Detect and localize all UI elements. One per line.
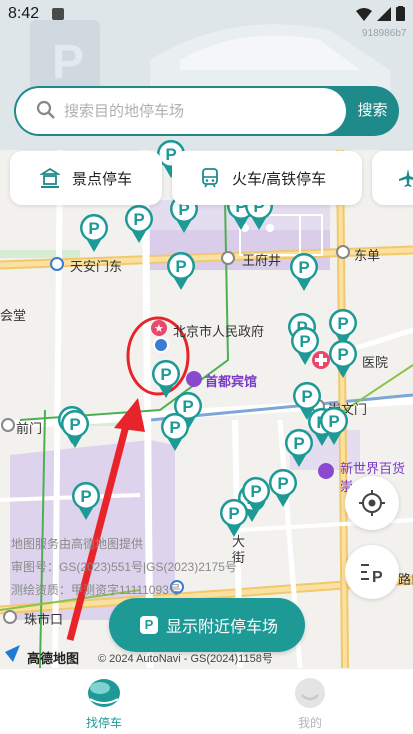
map-label-hospital: 医院 bbox=[362, 355, 389, 370]
signal-icon bbox=[377, 6, 391, 21]
airplane-icon bbox=[399, 169, 413, 187]
parking-pin-icon[interactable]: P bbox=[123, 203, 155, 245]
map-label-great-hall: 会堂 bbox=[0, 308, 27, 323]
parking-pin-icon[interactable]: P bbox=[70, 480, 102, 522]
category-scenic-parking[interactable]: 景点停车 bbox=[10, 151, 162, 205]
parking-pin-icon[interactable]: P bbox=[59, 408, 91, 450]
map-label-wangfujing: 王府井 bbox=[242, 253, 282, 268]
parking-list-button[interactable]: P bbox=[345, 545, 399, 599]
map-watermark: 918986b7 bbox=[362, 28, 407, 39]
map-label-government: 北京市人民政府 bbox=[173, 324, 265, 339]
parking-pin-icon[interactable]: P bbox=[318, 405, 350, 447]
notification-app-icon bbox=[52, 8, 64, 20]
svg-text:P: P bbox=[328, 412, 339, 431]
svg-text:P: P bbox=[277, 474, 288, 493]
category-label: 景点停车 bbox=[72, 170, 133, 188]
map-label-hotel: 首都宾馆 bbox=[205, 374, 258, 389]
attribution-line3: 测绘资质：甲测资字11111093号 bbox=[11, 583, 181, 597]
battery-icon bbox=[396, 6, 405, 21]
svg-text:★: ★ bbox=[154, 322, 164, 335]
parking-icon: P bbox=[140, 616, 158, 634]
locate-button[interactable] bbox=[345, 476, 399, 530]
category-label: 火车/高铁停车 bbox=[232, 170, 327, 188]
status-bar: 8:42 bbox=[0, 0, 413, 28]
search-bar: 搜索目的地停车场 搜索 bbox=[14, 86, 399, 136]
parking-pin-icon[interactable]: P bbox=[283, 427, 315, 469]
search-field[interactable]: 搜索目的地停车场 bbox=[16, 88, 346, 134]
search-button[interactable]: 搜索 bbox=[346, 86, 399, 136]
status-time: 8:42 bbox=[8, 5, 40, 22]
svg-text:P: P bbox=[169, 418, 180, 437]
parking-list-icon: P bbox=[361, 564, 383, 586]
attribution-line1: 地图服务由高德地图提供 bbox=[11, 537, 144, 551]
parking-pin-icon[interactable]: P bbox=[289, 325, 321, 367]
tab-mine[interactable]: 我的 bbox=[270, 673, 350, 733]
map-label-tiananmen-east: 天安门东 bbox=[70, 259, 123, 274]
locate-icon bbox=[359, 490, 385, 516]
svg-text:P: P bbox=[52, 36, 84, 89]
map-label-road-right: 路口 bbox=[398, 572, 413, 587]
svg-text:P: P bbox=[337, 345, 348, 364]
map-label-dongdan: 东单 bbox=[354, 248, 381, 263]
map-label-new-world: 新世界百货 bbox=[340, 461, 406, 476]
svg-text:P: P bbox=[293, 434, 304, 453]
parking-pin-icon[interactable]: P bbox=[218, 497, 250, 539]
svg-text:P: P bbox=[228, 504, 239, 523]
parking-pin-icon[interactable]: P bbox=[78, 212, 110, 254]
svg-text:P: P bbox=[69, 415, 80, 434]
svg-text:P: P bbox=[299, 332, 310, 351]
attribution-copyright: © 2024 AutoNavi - GS(2024)1158号 bbox=[98, 653, 273, 665]
search-icon bbox=[36, 100, 55, 119]
category-train-parking[interactable]: 火车/高铁停车 bbox=[172, 151, 362, 205]
svg-text:P: P bbox=[133, 210, 144, 229]
show-nearby-parking-button[interactable]: P 显示附近停车场 bbox=[109, 598, 305, 652]
tab-find-parking[interactable]: 找停车 bbox=[64, 673, 144, 733]
parking-pin-icon[interactable]: P bbox=[267, 467, 299, 509]
svg-text:P: P bbox=[337, 314, 348, 333]
svg-text:P: P bbox=[160, 365, 171, 384]
attribution-line2: 审图号：GS(2023)551号|GS(2023)2175号 bbox=[11, 560, 237, 574]
train-icon bbox=[202, 168, 218, 188]
bottom-tab-bar: 找停车 我的 bbox=[0, 668, 413, 734]
parking-pin-icon[interactable]: P bbox=[165, 250, 197, 292]
nearby-button-label: 显示附近停车场 bbox=[166, 619, 279, 636]
profile-tab-icon bbox=[295, 678, 325, 708]
tab-label: 我的 bbox=[297, 716, 322, 730]
wifi-icon bbox=[356, 7, 372, 21]
svg-text:P: P bbox=[298, 258, 309, 277]
find-parking-tab-icon bbox=[88, 679, 120, 707]
landmark-icon bbox=[40, 168, 60, 188]
search-input[interactable]: 搜索目的地停车场 bbox=[64, 100, 184, 121]
parking-pin-icon[interactable]: P bbox=[159, 411, 191, 453]
svg-text:P: P bbox=[301, 387, 312, 406]
parking-pin-icon[interactable]: P bbox=[288, 251, 320, 293]
svg-text:P: P bbox=[88, 219, 99, 238]
svg-text:P: P bbox=[175, 257, 186, 276]
amap-logo: 高德地图 bbox=[27, 651, 80, 666]
svg-text:P: P bbox=[372, 569, 383, 586]
tab-label: 找停车 bbox=[85, 716, 122, 730]
svg-text:P: P bbox=[80, 487, 91, 506]
map-label-zhushikou: 珠市口 bbox=[24, 612, 64, 627]
category-airport-parking[interactable] bbox=[372, 151, 413, 205]
svg-text:P: P bbox=[250, 482, 261, 501]
parking-pin-icon[interactable]: P bbox=[327, 338, 359, 380]
map-label-qianmen: 前门 bbox=[16, 421, 43, 436]
status-icons bbox=[356, 6, 405, 21]
